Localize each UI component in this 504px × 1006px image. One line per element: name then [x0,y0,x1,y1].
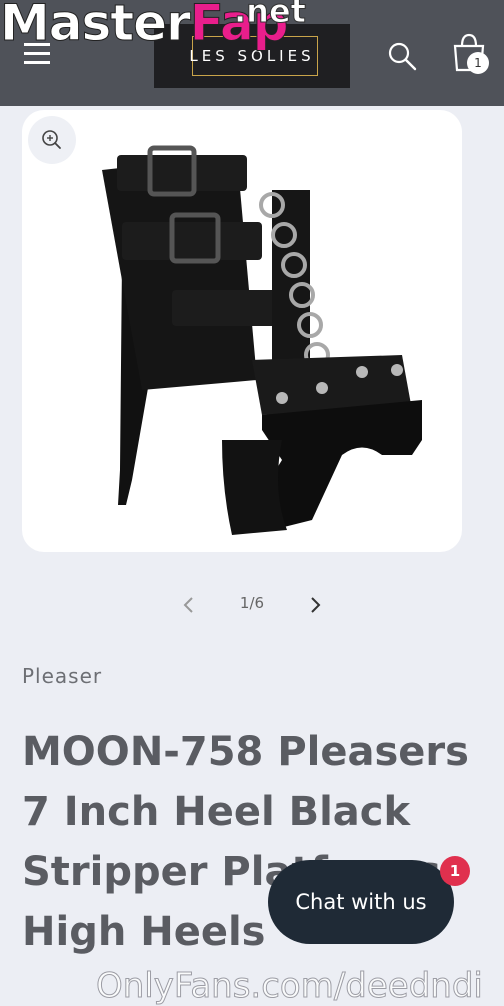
shoe-image [102,145,422,535]
pager-count: 1/6 [239,594,265,612]
watermark-net: .net [234,0,307,31]
product-vendor: Pleaser [22,664,103,688]
search-icon[interactable] [386,40,418,72]
chevron-right-icon[interactable] [304,594,326,616]
watermark-master: Master [0,0,191,53]
footer-watermark: OnlyFans.com/deedndi [96,966,484,1006]
chat-button[interactable]: Chat with us [268,860,454,944]
image-pager: 1/6 [170,588,334,622]
zoom-button[interactable] [28,116,76,164]
product-image[interactable] [22,110,462,552]
zoom-icon [42,130,61,149]
chevron-left-icon[interactable] [178,594,200,616]
cart-count-badge: 1 [467,52,489,74]
chat-notification-badge: 1 [440,856,470,886]
